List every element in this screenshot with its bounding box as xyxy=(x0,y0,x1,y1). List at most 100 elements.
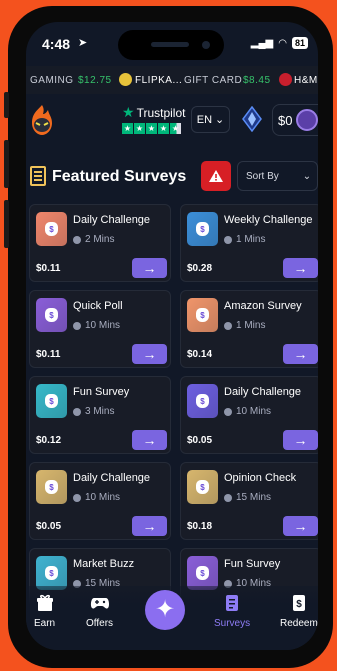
sort-dropdown[interactable]: Sort By ⌄ xyxy=(237,161,318,191)
app-header: ★ Trustpilot ★ ★ ★ ★ ★ EN ⌄ $0 xyxy=(26,94,318,152)
nav-earn[interactable]: Earn xyxy=(34,594,55,629)
clock-icon xyxy=(73,407,81,416)
nav-offers[interactable]: Offers xyxy=(86,594,113,629)
survey-card[interactable]: $ Daily Challenge 10 Mins $0.05 → xyxy=(180,376,318,454)
money-bag-icon: $ xyxy=(36,298,67,332)
survey-name: Fun Survey xyxy=(224,558,281,570)
start-survey-button[interactable]: → xyxy=(283,344,318,364)
survey-duration: 1 Mins xyxy=(224,320,265,331)
clipboard-icon xyxy=(226,595,239,611)
survey-name: Market Buzz xyxy=(73,558,135,570)
survey-card[interactable]: $ Weekly Challenge 1 Mins $0.28 → xyxy=(180,204,318,282)
money-bag-icon: $ xyxy=(187,298,218,332)
trustpilot-label: Trustpilot xyxy=(136,105,186,120)
alert-button[interactable] xyxy=(201,161,231,191)
gamepad-icon xyxy=(90,598,109,609)
clock-icon xyxy=(224,493,232,502)
survey-reward: $0.18 xyxy=(187,521,213,532)
trustpilot-stars: ★ ★ ★ ★ ★ xyxy=(122,123,181,134)
status-icons: ▂▄▆ ◠ 81 xyxy=(251,37,308,49)
section-title: Featured Surveys xyxy=(52,168,187,185)
survey-name: Amazon Survey xyxy=(224,300,302,312)
language-select[interactable]: EN ⌄ xyxy=(191,106,230,133)
svg-text:$: $ xyxy=(296,599,302,610)
survey-name: Weekly Challenge xyxy=(224,214,313,226)
clock-icon xyxy=(73,493,81,502)
survey-card[interactable]: $ Quick Poll 10 Mins $0.11 → xyxy=(29,290,171,368)
bottom-nav: Earn Offers ✦ Surveys $ Redeem xyxy=(26,586,318,650)
status-bar: 4:48 ➤ ▂▄▆ ◠ 81 xyxy=(26,22,318,66)
survey-name: Quick Poll xyxy=(73,300,123,312)
start-survey-button[interactable]: → xyxy=(132,516,167,536)
hm-logo-icon xyxy=(279,73,292,86)
survey-name: Fun Survey xyxy=(73,386,130,398)
start-survey-button[interactable]: → xyxy=(132,344,167,364)
survey-name: Daily Challenge xyxy=(73,472,151,484)
survey-card[interactable]: $ Opinion Check 15 Mins $0.18 → xyxy=(180,462,318,540)
chevron-down-icon: ⌄ xyxy=(215,114,225,126)
balance-value: $0 xyxy=(278,112,293,128)
ticker-item-label: GAMING xyxy=(30,75,74,86)
survey-duration: 1 Mins xyxy=(224,234,265,245)
add-button[interactable]: ✦ xyxy=(145,590,185,630)
app-logo-icon[interactable] xyxy=(28,104,56,136)
nav-label: Offers xyxy=(86,618,114,629)
start-survey-button[interactable]: → xyxy=(132,258,167,278)
nav-redeem[interactable]: $ Redeem xyxy=(280,594,318,629)
mute-switch xyxy=(4,92,9,118)
money-bag-icon: $ xyxy=(187,384,218,418)
flipkart-logo-icon xyxy=(119,73,132,86)
survey-name: Daily Challenge xyxy=(224,386,302,398)
location-arrow-icon: ➤ xyxy=(78,37,88,49)
battery-icon: 81 xyxy=(291,37,308,49)
money-bag-icon: $ xyxy=(36,384,67,418)
clock-icon xyxy=(224,407,232,416)
nav-label: Redeem xyxy=(280,618,318,629)
money-bag-icon: $ xyxy=(187,212,218,246)
survey-card[interactable]: $ Daily Challenge 10 Mins $0.05 → xyxy=(29,462,171,540)
volume-down-button xyxy=(4,200,9,248)
trustpilot-rating[interactable]: ★ Trustpilot ★ ★ ★ ★ ★ xyxy=(122,104,185,134)
language-value: EN xyxy=(196,113,213,126)
money-bag-icon: $ xyxy=(36,212,67,246)
redeem-receipt-icon: $ xyxy=(292,595,305,611)
volume-up-button xyxy=(4,140,9,188)
money-bag-icon: $ xyxy=(36,470,67,504)
start-survey-button[interactable]: → xyxy=(283,430,318,450)
survey-list-icon xyxy=(30,166,46,186)
nav-surveys[interactable]: Surveys xyxy=(214,594,250,629)
survey-card[interactable]: $ Fun Survey 3 Mins $0.12 → xyxy=(29,376,171,454)
clock-icon xyxy=(73,321,81,330)
chevron-down-icon: ⌄ xyxy=(302,170,312,182)
survey-card[interactable]: $ Amazon Survey 1 Mins $0.14 → xyxy=(180,290,318,368)
survey-duration: 10 Mins xyxy=(224,406,271,417)
reward-ticker: GAMING $12.75 FLIPKA... GIFT CARD $8.45 … xyxy=(26,66,318,94)
status-time: 4:48 xyxy=(42,36,71,52)
money-bag-icon: $ xyxy=(36,556,67,590)
clock-icon xyxy=(73,235,81,244)
survey-reward: $0.05 xyxy=(36,521,62,532)
dynamic-island xyxy=(118,30,224,60)
featured-surveys-header: Featured Surveys Sort By ⌄ xyxy=(26,152,318,196)
clock-icon xyxy=(224,321,232,330)
ticker-item-label: H&M xyxy=(294,75,318,86)
nav-label: Earn xyxy=(34,618,56,629)
plus-icon: ✦ xyxy=(154,596,176,623)
balance-button[interactable]: $0 xyxy=(272,104,318,136)
avatar xyxy=(296,109,318,131)
survey-reward: $0.28 xyxy=(187,263,213,274)
gift-box-icon xyxy=(36,594,53,611)
money-bag-icon: $ xyxy=(187,470,218,504)
start-survey-button[interactable]: → xyxy=(132,430,167,450)
survey-duration: 15 Mins xyxy=(224,492,271,503)
start-survey-button[interactable]: → xyxy=(283,516,318,536)
start-survey-button[interactable]: → xyxy=(283,258,318,278)
survey-reward: $0.11 xyxy=(36,263,61,274)
ticker-item-amount: $12.75 xyxy=(78,75,112,86)
signal-icon: ▂▄▆ xyxy=(250,37,274,49)
survey-name: Opinion Check xyxy=(224,472,297,484)
trustpilot-star-icon: ★ xyxy=(122,104,135,120)
level-badge-icon[interactable] xyxy=(241,106,263,132)
survey-card[interactable]: $ Daily Challenge 2 Mins $0.11 → xyxy=(29,204,171,282)
money-bag-icon: $ xyxy=(187,556,218,590)
